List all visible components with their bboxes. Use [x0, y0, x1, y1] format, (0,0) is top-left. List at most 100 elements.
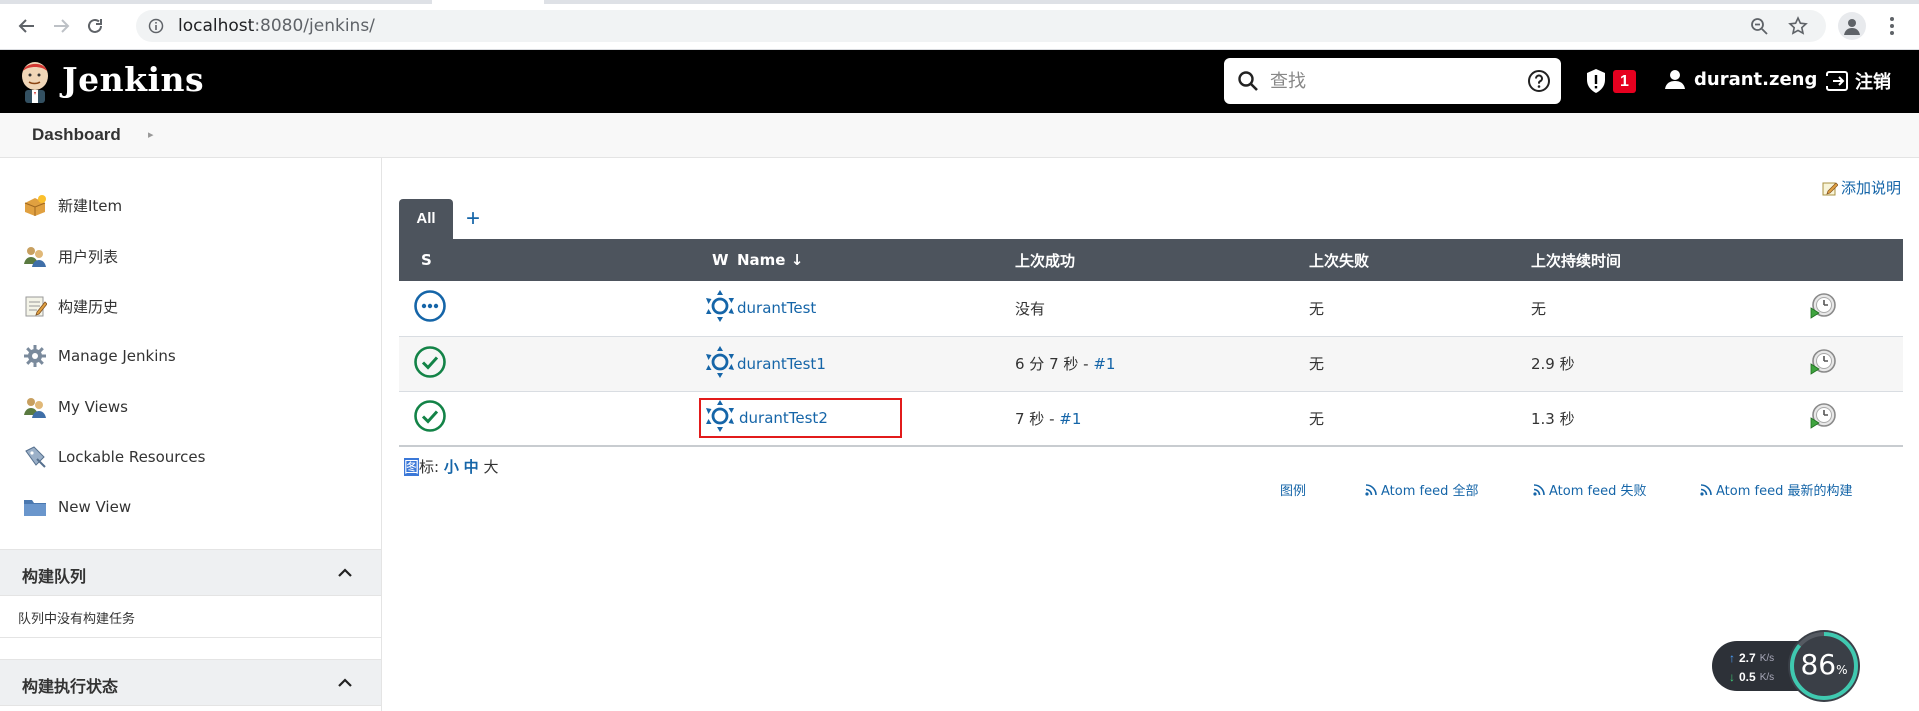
- icon-size-medium[interactable]: 中: [464, 458, 479, 476]
- job-link[interactable]: durantTest: [737, 299, 816, 317]
- sidebar-item-new-view[interactable]: New View: [22, 491, 131, 523]
- success-status-icon[interactable]: [413, 345, 447, 379]
- search-icon: [1238, 71, 1258, 91]
- security-shield-icon[interactable]: [1585, 68, 1607, 94]
- build-number-link[interactable]: #1: [1059, 410, 1081, 428]
- atom-feed-failed-link[interactable]: Atom feed 失败: [1533, 480, 1646, 499]
- build-queue-header[interactable]: 构建队列: [0, 549, 381, 596]
- side-panel: 新建Item 用户列表 构建历史 Manage Jenkins My Views…: [0, 158, 382, 711]
- add-description-label: 添加说明: [1841, 179, 1902, 197]
- col-last-duration[interactable]: 上次持续时间: [1531, 239, 1809, 281]
- icon-size-label-selected: 图: [404, 458, 420, 476]
- rss-icon: [1700, 483, 1712, 496]
- weather-sunny-icon[interactable]: [703, 289, 737, 323]
- lockable-resources-icon: [22, 444, 48, 470]
- breadcrumb-chevron-icon[interactable]: ▸: [148, 128, 154, 141]
- back-button[interactable]: [12, 12, 42, 40]
- person-icon: [1844, 19, 1860, 35]
- sidebar-item-lockable-resources[interactable]: Lockable Resources: [22, 441, 205, 473]
- info-icon[interactable]: [148, 18, 164, 34]
- sidebar-item-my-views[interactable]: My Views: [22, 391, 128, 423]
- help-icon[interactable]: [1527, 69, 1551, 93]
- breadcrumb-dashboard[interactable]: Dashboard: [32, 125, 121, 145]
- jenkins-brand[interactable]: Jenkins: [62, 60, 204, 99]
- icon-size-large: 大: [483, 458, 499, 476]
- arrow-left-icon: [18, 19, 34, 33]
- last-failure-cell: 无: [1309, 391, 1531, 447]
- sidebar-item-label: 用户列表: [58, 247, 119, 266]
- browser-toolbar: localhost:8080/jenkins/: [0, 0, 1919, 50]
- schedule-build-icon[interactable]: [1809, 292, 1837, 320]
- logout-button[interactable]: 注销: [1825, 68, 1891, 94]
- upload-speed: ↑ 2.7 K/s: [1729, 651, 1775, 665]
- last-success-cell: 7 秒 - #1: [1015, 391, 1309, 447]
- profile-button[interactable]: [1838, 12, 1866, 40]
- user-menu[interactable]: durant.zeng: [1664, 68, 1817, 90]
- sidebar-item-label: 构建历史: [58, 297, 119, 316]
- reload-icon: [88, 18, 102, 33]
- icon-size-selector: 图标: 小 中 大: [404, 456, 498, 477]
- jenkins-header: Jenkins 1 durant.zeng 注销: [0, 50, 1919, 113]
- tab-all[interactable]: All: [399, 199, 453, 239]
- sidebar-item-label: Lockable Resources: [58, 448, 206, 466]
- jenkins-logo-icon[interactable]: [17, 59, 53, 104]
- tab-add-view[interactable]: +: [453, 199, 493, 239]
- build-history-icon: [22, 293, 48, 319]
- schedule-build-icon[interactable]: [1809, 348, 1837, 376]
- security-badge[interactable]: 1: [1613, 70, 1636, 93]
- last-success-cell: 6 分 7 秒 - #1: [1015, 336, 1309, 392]
- sidebar-item-label: 新建Item: [58, 196, 123, 215]
- search-input[interactable]: [1270, 68, 1510, 94]
- forward-button[interactable]: [46, 12, 76, 40]
- atom-feed-all-link[interactable]: Atom feed 全部: [1365, 480, 1478, 499]
- build-queue-body: 队列中没有构建任务: [0, 596, 381, 638]
- schedule-build-icon[interactable]: [1809, 402, 1837, 430]
- success-status-icon[interactable]: [413, 399, 447, 433]
- atom-feed-latest-link[interactable]: Atom feed 最新的构建: [1700, 480, 1852, 499]
- new-item-icon: [22, 192, 48, 218]
- cpu-value: 86%: [1800, 648, 1848, 681]
- sidebar-item-label: My Views: [58, 398, 128, 416]
- sidebar-item-manage-jenkins[interactable]: Manage Jenkins: [22, 340, 176, 372]
- user-icon: [1665, 70, 1685, 89]
- sidebar-item-label: Manage Jenkins: [58, 347, 176, 365]
- build-queue-empty-text: 队列中没有构建任务: [18, 612, 136, 627]
- upload-arrow-icon: ↑: [1729, 651, 1735, 665]
- sidebar-item-build-history[interactable]: 构建历史: [22, 290, 118, 322]
- last-duration-cell: 2.9 秒: [1531, 336, 1809, 392]
- search-box: [1224, 58, 1561, 104]
- table-row: durantTest1 6 分 7 秒 - #1 无 2.9 秒: [399, 336, 1903, 392]
- active-tab[interactable]: [432, 0, 544, 4]
- highlight-box: durantTest2: [699, 398, 902, 439]
- bookmark-star-icon[interactable]: [1788, 16, 1808, 36]
- job-link[interactable]: durantTest2: [739, 409, 828, 427]
- sidebar-item-new-item[interactable]: 新建Item: [22, 189, 122, 221]
- job-link[interactable]: durantTest1: [737, 355, 826, 373]
- download-arrow-icon: ↓: [1729, 670, 1735, 684]
- icon-size-small[interactable]: 小: [444, 458, 459, 476]
- reload-button[interactable]: [80, 12, 110, 40]
- gear-icon: [22, 343, 48, 369]
- zoom-out-icon[interactable]: [1750, 17, 1768, 35]
- cpu-gauge[interactable]: 86%: [1788, 630, 1860, 702]
- last-failure-cell: 无: [1309, 281, 1531, 337]
- col-name[interactable]: Name ↓: [737, 239, 1015, 281]
- col-last-success[interactable]: 上次成功: [1015, 239, 1309, 281]
- sidebar-item-users[interactable]: 用户列表: [22, 240, 118, 272]
- chevron-up-icon[interactable]: [337, 676, 353, 688]
- table-row: durantTest2 7 秒 - #1 无 1.3 秒: [399, 391, 1903, 447]
- legend-link[interactable]: 图例: [1280, 480, 1306, 499]
- browser-menu-button[interactable]: [1882, 12, 1902, 40]
- col-status[interactable]: S: [399, 239, 554, 281]
- build-number-link[interactable]: #1: [1093, 355, 1115, 373]
- weather-sunny-icon[interactable]: [703, 345, 737, 379]
- add-description-link[interactable]: 添加说明: [1822, 177, 1901, 198]
- not-built-status-icon[interactable]: [413, 289, 447, 323]
- col-last-failure[interactable]: 上次失败: [1309, 239, 1531, 281]
- tab-strip: [0, 0, 1919, 4]
- executor-status-header[interactable]: 构建执行状态: [0, 659, 381, 706]
- address-bar[interactable]: localhost:8080/jenkins/: [136, 10, 1826, 42]
- url-text: localhost:8080/jenkins/: [178, 16, 375, 36]
- chevron-up-icon[interactable]: [337, 566, 353, 578]
- col-weather[interactable]: W: [554, 239, 737, 281]
